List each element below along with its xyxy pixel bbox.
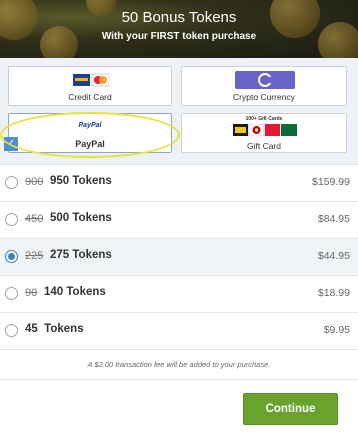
credit-card-logos-icon xyxy=(73,73,109,87)
banner-subtitle: With your FIRST token purchase xyxy=(101,31,257,42)
radio-button[interactable] xyxy=(5,176,18,189)
bonus-banner: 50 Bonus Tokens With your FIRST token pu… xyxy=(0,0,358,58)
payment-methods: Credit Card Crypto Currency PayPal PayPa… xyxy=(0,58,358,165)
banner-title: 50 Bonus Tokens xyxy=(121,9,237,26)
radio-button[interactable] xyxy=(5,287,18,300)
payment-method-gift-card[interactable]: 100+ Gift Cards Gift Card xyxy=(181,113,347,153)
token-options: 900 950 Tokens $159.99 450 500 Tokens $8… xyxy=(0,165,358,350)
token-option[interactable]: 450 500 Tokens $84.95 xyxy=(0,202,358,239)
token-price: $9.95 xyxy=(323,324,350,336)
old-token-amount: 900 xyxy=(25,176,44,188)
radio-button[interactable] xyxy=(5,250,18,263)
token-price: $159.99 xyxy=(312,176,350,188)
payment-method-paypal[interactable]: PayPal PayPal xyxy=(8,113,172,153)
credit-card-label: Credit Card xyxy=(68,92,112,102)
token-amount: 275 Tokens xyxy=(50,249,112,261)
crypto-label: Crypto Currency xyxy=(233,92,295,102)
token-option[interactable]: 225 275 Tokens $44.95 xyxy=(0,239,358,276)
radio-button[interactable] xyxy=(5,213,18,226)
token-option[interactable]: 90 140 Tokens $18.99 xyxy=(0,276,358,313)
continue-button[interactable]: Continue xyxy=(243,393,338,425)
token-amount: 140 Tokens xyxy=(44,286,106,298)
old-token-amount: 90 xyxy=(25,287,38,299)
gift-card-logos-icon xyxy=(233,124,297,136)
gift-card-heading: 100+ Gift Cards xyxy=(245,116,283,122)
token-amount: 950 Tokens xyxy=(50,175,112,187)
old-token-amount: 450 xyxy=(25,213,44,225)
payment-method-crypto[interactable]: Crypto Currency xyxy=(181,66,347,106)
crypto-coin-icon xyxy=(235,71,295,89)
token-amount: 500 Tokens xyxy=(50,212,112,224)
radio-button[interactable] xyxy=(5,324,18,337)
token-amount: 45 Tokens xyxy=(25,323,84,335)
divider xyxy=(0,379,358,380)
token-option[interactable]: 900 950 Tokens $159.99 xyxy=(0,165,358,202)
gift-card-label: Gift Card xyxy=(246,141,281,151)
token-price: $44.95 xyxy=(317,250,350,262)
payment-method-credit-card[interactable]: Credit Card xyxy=(8,66,172,106)
paypal-label: PayPal xyxy=(75,139,105,149)
old-token-amount: 225 xyxy=(25,250,44,262)
fee-notice: A $2.00 transaction fee will be added to… xyxy=(87,360,271,369)
token-price: $84.95 xyxy=(317,213,350,225)
paypal-logo-icon: PayPal xyxy=(78,122,102,129)
token-price: $18.99 xyxy=(317,287,350,299)
selected-checkmark-icon: ✓ xyxy=(4,137,18,151)
token-option[interactable]: 45 Tokens $9.95 xyxy=(0,313,358,350)
